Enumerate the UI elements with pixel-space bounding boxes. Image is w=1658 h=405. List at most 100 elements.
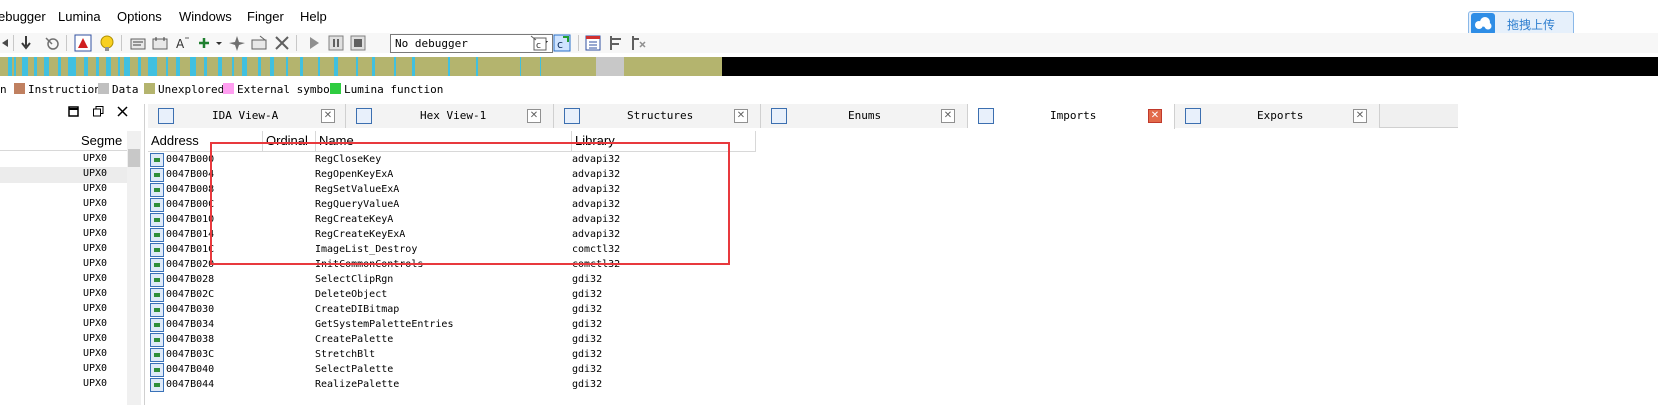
library-cell: gdi32	[572, 379, 603, 390]
import-icon	[150, 348, 164, 362]
tab-label: IDA View-A	[212, 109, 279, 122]
play-icon[interactable]	[305, 34, 323, 52]
segment-cell[interactable]: UPX0	[83, 183, 107, 194]
navband-code-stripe	[176, 57, 180, 76]
close-icon[interactable]: ✕	[1148, 109, 1162, 123]
legend-swatch	[144, 83, 155, 94]
segment-cell[interactable]: UPX0	[83, 348, 107, 359]
segment-cell[interactable]: UPX0	[83, 213, 107, 224]
tab-structures[interactable]: Structures ✕	[554, 104, 761, 128]
name-cell: CreatePalette	[315, 334, 394, 345]
attach-icon[interactable]: c	[530, 34, 548, 52]
undefine-icon[interactable]	[273, 34, 291, 52]
structures-icon	[564, 108, 580, 124]
navband-code-stripe	[270, 57, 274, 76]
close-icon[interactable]	[117, 106, 128, 120]
menu-options[interactable]: Options	[117, 9, 162, 24]
tab-label: Structures	[627, 109, 694, 122]
segment-cell[interactable]: UPX0	[83, 153, 107, 164]
close-icon[interactable]: ✕	[734, 109, 748, 123]
navband-code-stripe	[356, 57, 358, 76]
menu-lumina[interactable]: Lumina	[58, 9, 101, 24]
close-icon[interactable]: ✕	[941, 109, 955, 123]
import-icon	[150, 258, 164, 272]
table-row[interactable]: 0047B02C DeleteObject gdi32	[148, 288, 788, 303]
address-cell: 0047B034	[166, 319, 215, 330]
tab-label: Exports	[1257, 109, 1304, 122]
table-row[interactable]: 0047B038 CreatePalette gdi32	[148, 333, 788, 348]
legend-swatch	[14, 83, 25, 94]
add-function-icon[interactable]	[196, 34, 214, 52]
navigation-band[interactable]	[0, 57, 1658, 76]
string-icon[interactable]: A	[173, 34, 191, 52]
forward-arrow-icon[interactable]	[0, 34, 18, 52]
cpu-icon[interactable]: c	[553, 34, 571, 52]
close-icon[interactable]: ✕	[1353, 109, 1367, 123]
code-icon[interactable]	[129, 34, 147, 52]
segment-cell[interactable]: UPX0	[83, 168, 107, 179]
pause-icon[interactable]	[327, 34, 345, 52]
vertical-scrollbar[interactable]	[127, 131, 141, 405]
menu-help[interactable]: Help	[300, 9, 327, 24]
navband-code-stripe	[138, 57, 141, 76]
address-cell: 0047B00C	[166, 199, 215, 210]
segment-cell[interactable]: UPX0	[83, 228, 107, 239]
tab-imports[interactable]: Imports ✕	[968, 104, 1175, 129]
import-icon	[150, 168, 164, 182]
legend-swatch	[330, 83, 341, 94]
breakpoint-delete-icon[interactable]	[629, 34, 647, 52]
segment-cell[interactable]: UPX0	[83, 288, 107, 299]
bulb-icon[interactable]	[98, 34, 116, 52]
svg-text:c: c	[557, 38, 563, 51]
svg-text:c: c	[536, 41, 541, 51]
segment-column-header[interactable]: Segme	[81, 133, 122, 148]
navband-code-stripe	[44, 57, 49, 76]
segment-cell[interactable]: UPX0	[83, 333, 107, 344]
menu-windows[interactable]: Windows	[179, 9, 232, 24]
address-cell: 0047B014	[166, 229, 215, 240]
stop-icon[interactable]	[349, 34, 367, 52]
close-icon[interactable]: ✕	[321, 109, 335, 123]
segment-cell[interactable]: UPX0	[83, 378, 107, 389]
table-row[interactable]: 0047B040 SelectPalette gdi32	[148, 363, 788, 378]
scrollbar-thumb[interactable]	[128, 149, 140, 167]
library-cell: gdi32	[572, 289, 603, 300]
tab-ida-view-a[interactable]: IDA View-A ✕	[148, 104, 346, 128]
table-row[interactable]: 0047B028 SelectClipRgn gdi32	[148, 273, 788, 288]
name-cell: CreateDIBitmap	[315, 304, 400, 315]
tab-exports[interactable]: Exports ✕	[1175, 104, 1380, 128]
segment-cell[interactable]: UPX0	[83, 198, 107, 209]
segment-cell[interactable]: UPX0	[83, 243, 107, 254]
table-row[interactable]: 0047B044 RealizePalette gdi32	[148, 378, 788, 393]
array-icon[interactable]	[250, 34, 268, 52]
tab-hex-view-1[interactable]: Hex View-1 ✕	[346, 104, 554, 128]
debugger-select[interactable]: No debugger	[390, 34, 553, 53]
segment-cell[interactable]: UPX0	[83, 258, 107, 269]
down-arrow-icon[interactable]	[17, 34, 35, 52]
name-cell: SelectPalette	[315, 364, 394, 375]
star-icon[interactable]	[228, 34, 246, 52]
table-row[interactable]: 0047B034 GetSystemPaletteEntries gdi32	[148, 318, 788, 333]
menu-finger[interactable]: Finger	[247, 9, 284, 24]
table-row[interactable]: 0047B03C StretchBlt gdi32	[148, 348, 788, 363]
segment-cell[interactable]: UPX0	[83, 303, 107, 314]
navband-code-stripe	[14, 57, 16, 76]
maximize-icon[interactable]	[68, 106, 79, 120]
float-icon[interactable]	[93, 106, 104, 120]
import-icon	[150, 288, 164, 302]
close-icon[interactable]: ✕	[527, 109, 541, 123]
tab-enums[interactable]: Enums ✕	[761, 104, 968, 128]
segment-cell[interactable]: UPX0	[83, 318, 107, 329]
table-row[interactable]: 0047B030 CreateDIBitmap gdi32	[148, 303, 788, 318]
jump-icon[interactable]	[43, 34, 61, 52]
data-icon[interactable]	[151, 34, 169, 52]
segment-cell[interactable]: UPX0	[83, 363, 107, 374]
graph-icon[interactable]	[74, 34, 92, 52]
navband-code-stripe	[412, 57, 415, 76]
legend-item-data: Data	[98, 83, 139, 96]
segment-cell[interactable]: UPX0	[83, 273, 107, 284]
list-icon[interactable]	[584, 34, 602, 52]
navigation-band-graphic	[0, 57, 722, 76]
breakpoint-icon[interactable]	[607, 34, 625, 52]
menu-debugger[interactable]: ebugger	[0, 9, 46, 24]
